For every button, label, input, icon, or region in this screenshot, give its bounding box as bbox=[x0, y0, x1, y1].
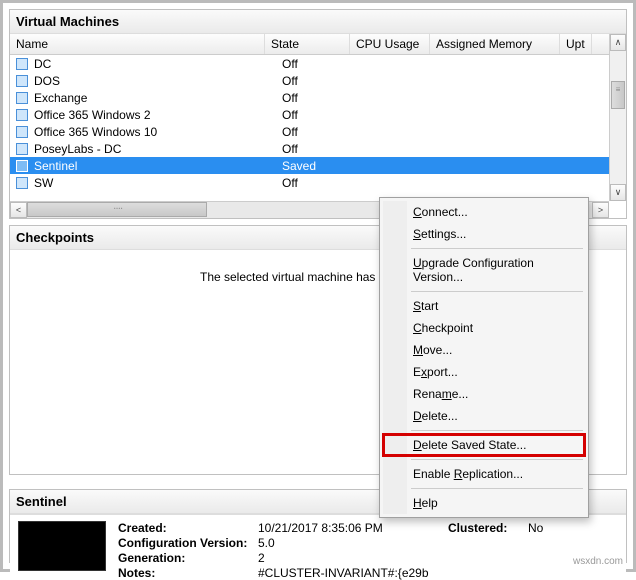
vm-icon bbox=[16, 58, 28, 70]
created-value: 10/21/2017 8:35:06 PM bbox=[258, 521, 448, 535]
vm-state-cell: Saved bbox=[282, 159, 367, 173]
ctx-item[interactable]: Checkpoint bbox=[383, 317, 585, 339]
vm-row[interactable]: DCOff bbox=[10, 55, 626, 72]
ctx-item[interactable]: Help bbox=[383, 492, 585, 514]
config-label: Configuration Version: bbox=[118, 536, 258, 550]
vm-row[interactable]: Office 365 Windows 2Off bbox=[10, 106, 626, 123]
vm-state-cell: Off bbox=[282, 91, 367, 105]
ctx-item[interactable]: Rename... bbox=[383, 383, 585, 405]
col-name[interactable]: Name bbox=[10, 34, 265, 54]
hscroll-thumb[interactable]: ᠁ bbox=[27, 202, 207, 217]
vm-state-cell: Off bbox=[282, 108, 367, 122]
ctx-separator bbox=[411, 248, 583, 249]
vm-name-cell: Office 365 Windows 2 bbox=[34, 108, 282, 122]
ctx-item[interactable]: Move... bbox=[383, 339, 585, 361]
vm-state-cell: Off bbox=[282, 57, 367, 71]
vm-rows: DCOffDOSOffExchangeOffOffice 365 Windows… bbox=[10, 55, 626, 191]
ctx-item[interactable]: Connect... bbox=[383, 201, 585, 223]
gen-label: Generation: bbox=[118, 551, 258, 565]
virtual-machines-pane: Virtual Machines Name State CPU Usage As… bbox=[9, 9, 627, 219]
scroll-up-button[interactable]: ∧ bbox=[610, 34, 626, 51]
vm-name-cell: SW bbox=[34, 176, 282, 190]
vm-pane-title: Virtual Machines bbox=[10, 10, 626, 34]
vm-icon bbox=[16, 143, 28, 155]
clustered-label: Clustered: bbox=[448, 521, 528, 535]
ctx-separator bbox=[411, 430, 583, 431]
config-value: 5.0 bbox=[258, 536, 448, 550]
vm-icon bbox=[16, 126, 28, 138]
scroll-down-button[interactable]: ∨ bbox=[610, 184, 626, 201]
scroll-left-button[interactable]: < bbox=[10, 202, 27, 218]
col-cpu[interactable]: CPU Usage bbox=[350, 34, 430, 54]
vm-state-cell: Off bbox=[282, 125, 367, 139]
vm-row[interactable]: Office 365 Windows 10Off bbox=[10, 123, 626, 140]
ctx-separator bbox=[411, 488, 583, 489]
vm-state-cell: Off bbox=[282, 176, 367, 190]
vm-name-cell: Office 365 Windows 10 bbox=[34, 125, 282, 139]
notes-label: Notes: bbox=[118, 566, 258, 580]
vm-properties: Created: 10/21/2017 8:35:06 PM Clustered… bbox=[118, 521, 543, 580]
vm-name-cell: DC bbox=[34, 57, 282, 71]
ctx-item[interactable]: Upgrade Configuration Version... bbox=[383, 252, 585, 288]
vm-icon bbox=[16, 177, 28, 189]
vm-thumbnail bbox=[18, 521, 106, 571]
vm-name-cell: DOS bbox=[34, 74, 282, 88]
vm-icon bbox=[16, 75, 28, 87]
vm-row[interactable]: DOSOff bbox=[10, 72, 626, 89]
vm-icon bbox=[16, 92, 28, 104]
ctx-separator bbox=[411, 459, 583, 460]
checkpoints-empty-msg: The selected virtual machine has bbox=[200, 270, 375, 284]
col-upt[interactable]: Upt bbox=[560, 34, 592, 54]
ctx-item[interactable]: Export... bbox=[383, 361, 585, 383]
vm-name-cell: PoseyLabs - DC bbox=[34, 142, 282, 156]
vertical-scrollbar[interactable]: ∧ ≡ ∨ bbox=[609, 34, 626, 201]
ctx-item[interactable]: Delete Saved State... bbox=[383, 434, 585, 456]
notes-value: #CLUSTER-INVARIANT#:{e29b bbox=[258, 566, 448, 580]
vm-grid: Name State CPU Usage Assigned Memory Upt… bbox=[10, 34, 626, 218]
ctx-item[interactable]: Start bbox=[383, 295, 585, 317]
vm-row[interactable]: ExchangeOff bbox=[10, 89, 626, 106]
watermark-url: wsxdn.com bbox=[573, 556, 623, 567]
vm-icon bbox=[16, 109, 28, 121]
scroll-right-button[interactable]: > bbox=[592, 202, 609, 218]
col-state[interactable]: State bbox=[265, 34, 350, 54]
vm-state-cell: Off bbox=[282, 74, 367, 88]
ctx-item[interactable]: Enable Replication... bbox=[383, 463, 585, 485]
vm-row[interactable]: SWOff bbox=[10, 174, 626, 191]
vm-state-cell: Off bbox=[282, 142, 367, 156]
vm-name-cell: Exchange bbox=[34, 91, 282, 105]
ctx-item[interactable]: Delete... bbox=[383, 405, 585, 427]
column-headers[interactable]: Name State CPU Usage Assigned Memory Upt bbox=[10, 34, 626, 55]
vm-icon bbox=[16, 160, 28, 172]
clustered-value: No bbox=[528, 521, 543, 535]
gen-value: 2 bbox=[258, 551, 448, 565]
vscroll-thumb[interactable]: ≡ bbox=[611, 81, 625, 109]
ctx-item[interactable]: Settings... bbox=[383, 223, 585, 245]
col-mem[interactable]: Assigned Memory bbox=[430, 34, 560, 54]
vm-name-cell: Sentinel bbox=[34, 159, 282, 173]
vm-context-menu[interactable]: Connect...Settings... Upgrade Configurati… bbox=[379, 197, 589, 518]
ctx-separator bbox=[411, 291, 583, 292]
created-label: Created: bbox=[118, 521, 258, 535]
vm-row[interactable]: SentinelSaved bbox=[10, 157, 626, 174]
vm-row[interactable]: PoseyLabs - DCOff bbox=[10, 140, 626, 157]
